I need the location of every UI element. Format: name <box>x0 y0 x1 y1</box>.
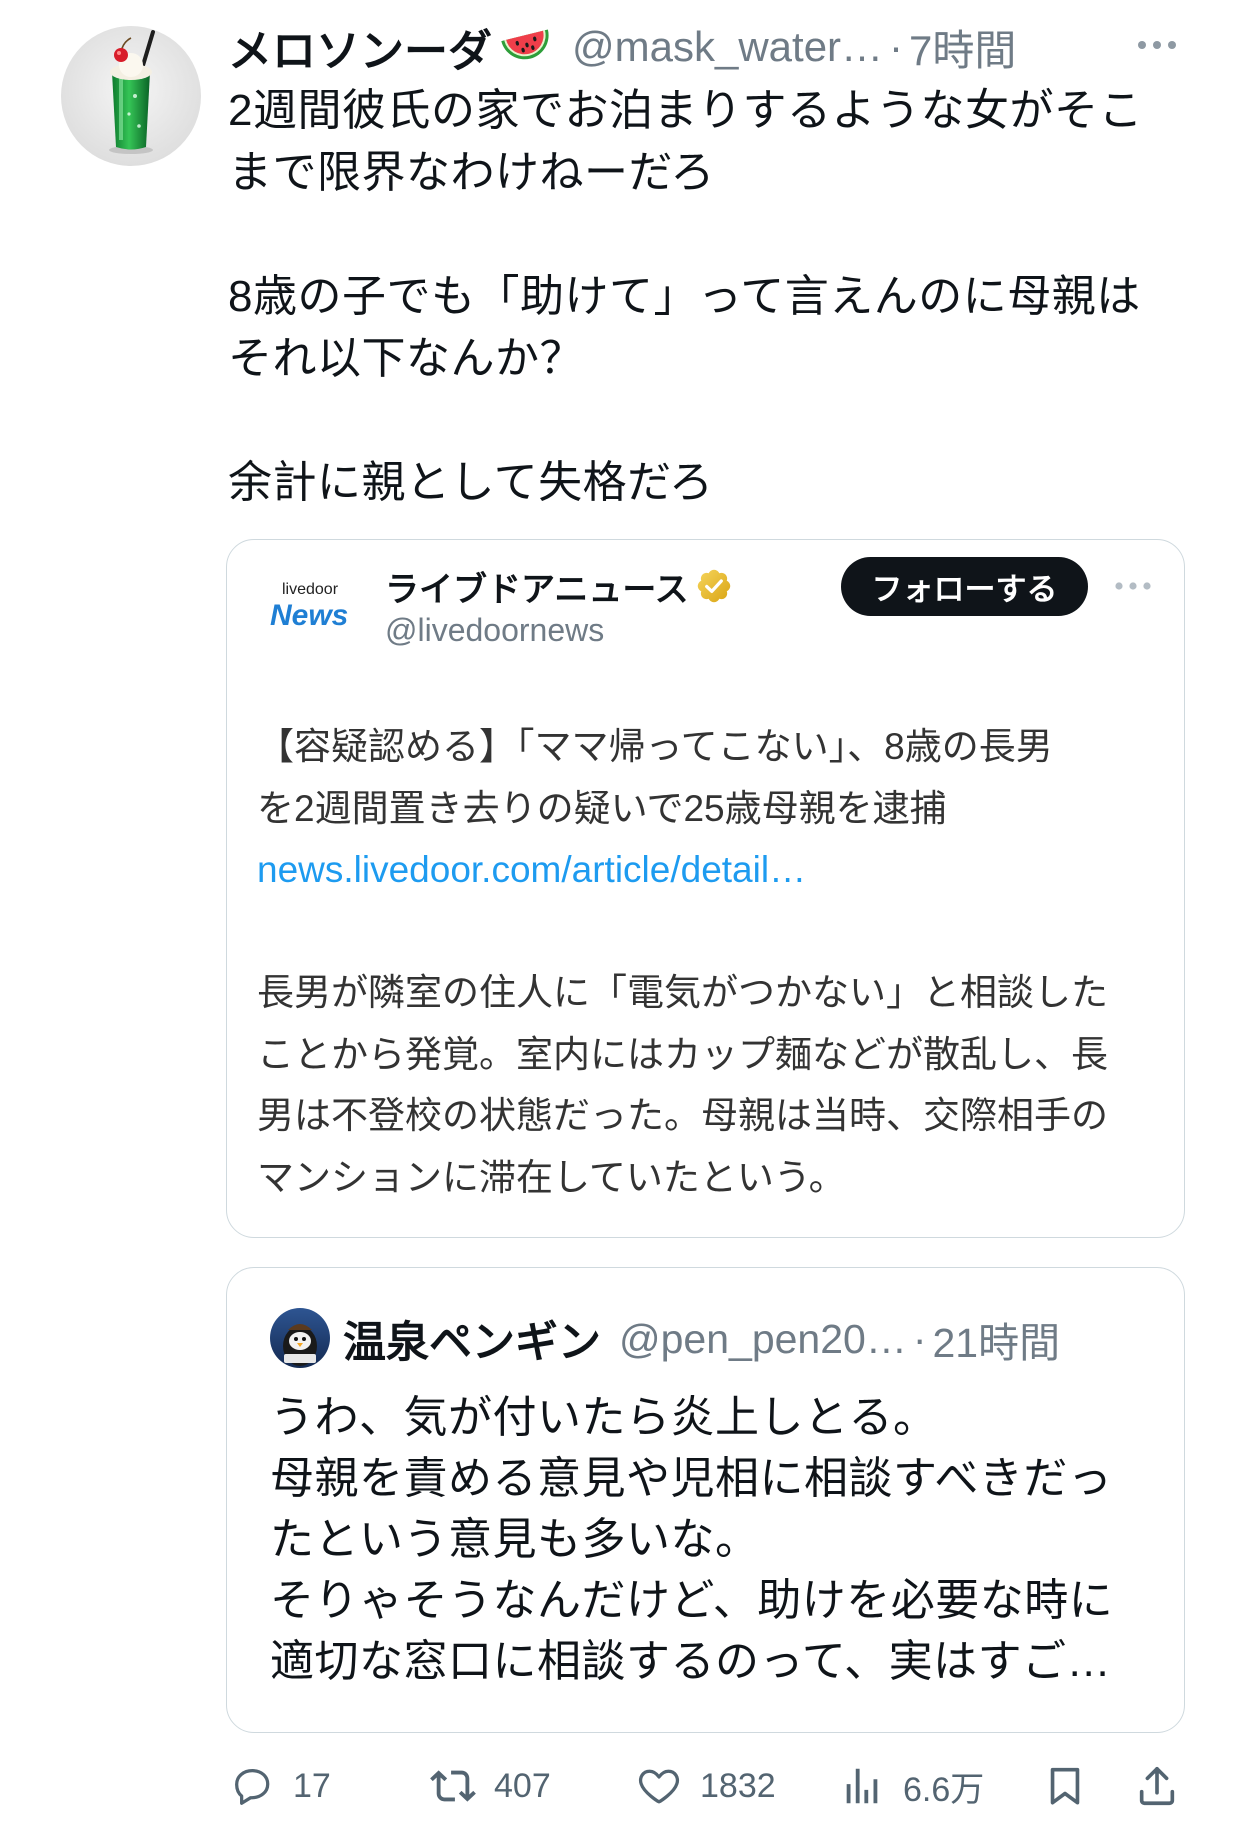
tweet-text-line: それ以下なんか？ <box>228 334 584 383</box>
embed-text-line: ことから発覚。室内にはカップ麺などが散乱し、長 <box>257 1033 1108 1075</box>
share-icon <box>1139 1766 1175 1806</box>
embed-text-line: 長男が隣室の住人に「電気がつかない」と相談した <box>257 972 1108 1013</box>
embed-name-row: ライブドアニュース <box>385 563 733 609</box>
embed-body: 長男が隣室の住人に「電気がつかない」と相談した ことから発覚。室内にはカップ麺な… <box>257 962 1162 1208</box>
retweet-icon <box>430 1770 476 1802</box>
quote-text-line: うわ、気が付いたら炎上しとる。 <box>270 1393 938 1442</box>
logo-big-text: News <box>270 599 349 632</box>
embed-headline: 【容疑認める】「ママ帰ってこない」、8歳の長男 を2週間置き去りの疑いで25歳母… <box>257 716 1162 901</box>
tweet-text: 2週間彼氏の家でお泊まりするような女がそこ まで限界なわけねーだろ 8歳の子でも… <box>228 80 1188 514</box>
avatar[interactable] <box>61 26 201 166</box>
reply-count: 17 <box>293 1766 331 1805</box>
quote-text-line: そりゃそうなんだけど、助けを必要な時に <box>270 1576 1114 1625</box>
penguin-avatar-image <box>270 1308 330 1368</box>
embed-account-handle[interactable]: @livedoornews <box>385 610 604 650</box>
tweet-text-line: 2週間彼氏の家でお泊まりするような女がそこ <box>228 86 1143 135</box>
share-button[interactable] <box>1134 1762 1180 1810</box>
tweet-paragraph: 8歳の子でも「助けて」って言えんのに母親は それ以下なんか？ <box>228 266 1188 390</box>
embed-account-name[interactable]: ライブドアニュース <box>385 562 689 611</box>
quote-text: うわ、気が付いたら炎上しとる。 母親を責める意見や児相に相談すべきだっ たという… <box>270 1387 1150 1692</box>
tweet-header: メロソンーダ @mask_water… · 7時間 <box>228 18 1118 76</box>
retweet-button[interactable]: 407 <box>430 1762 551 1810</box>
embedded-tweet-card[interactable]: livedoor News ライブドアニュース @livedoornews フォ… <box>226 539 1185 1238</box>
article-link[interactable]: news.livedoor.com/article/detail… <box>257 839 1162 901</box>
reply-button[interactable]: 17 <box>229 1762 331 1810</box>
tweet-text-line: 8歳の子でも「助けて」って言えんのに母親は <box>228 272 1141 321</box>
tweet-timestamp[interactable]: 7時間 <box>909 18 1016 76</box>
author-name[interactable]: メロソンーダ <box>228 18 492 76</box>
header-separator: · <box>889 23 904 70</box>
cream-soda-avatar-image <box>61 26 201 166</box>
verified-gold-badge-icon <box>697 569 730 603</box>
quote-timestamp[interactable]: 21時間 <box>933 1310 1061 1368</box>
retweet-count: 407 <box>494 1766 551 1805</box>
embed-text-line: マンションに滞在していたという。 <box>257 1156 846 1198</box>
views-button[interactable]: 6.6万 <box>839 1762 984 1810</box>
author-handle[interactable]: @mask_water… <box>572 23 883 71</box>
follow-button[interactable]: フォローする <box>841 557 1088 616</box>
like-count: 1832 <box>700 1766 776 1805</box>
tweet-text-line: 余計に親として失格だろ <box>228 458 714 507</box>
quoted-tweet-card[interactable]: 温泉ペンギン @pen_pen20… · 21時間 うわ、気が付いたら炎上しとる… <box>226 1267 1185 1733</box>
quote-text-line: たという意見も多いな。 <box>270 1515 760 1564</box>
quote-header-separator: · <box>912 1315 927 1362</box>
quote-text-line: 適切な窓口に相談するのって、実はすご… <box>270 1637 1112 1686</box>
heart-icon <box>639 1769 679 1804</box>
bookmark-button[interactable] <box>1042 1762 1088 1810</box>
quote-author-name[interactable]: 温泉ペンギン <box>343 1310 601 1368</box>
embed-text-line: を2週間置き去りの疑いで25歳母親を逮捕 <box>257 787 947 829</box>
logo-small-text: livedoor <box>282 581 339 598</box>
embed-text-line: 男は不登校の状態だった。母親は当時、交際相手の <box>257 1095 1108 1136</box>
more-icon[interactable] <box>1113 580 1153 592</box>
livedoor-news-logo[interactable]: livedoor News <box>270 580 354 634</box>
quote-author-handle[interactable]: @pen_pen20… <box>619 1316 907 1363</box>
quote-text-line: 母親を責める意見や児相に相談すべきだっ <box>270 1454 1113 1503</box>
bookmark-icon <box>1050 1767 1080 1805</box>
views-icon <box>846 1768 878 1804</box>
views-count: 6.6万 <box>903 1770 985 1809</box>
embed-text-line: 【容疑認める】「ママ帰ってこない」、8歳の長男 <box>257 726 1053 767</box>
embed-text: 【容疑認める】「ママ帰ってこない」、8歳の長男 を2週間置き去りの疑いで25歳母… <box>257 716 1162 1208</box>
tweet-paragraph: 2週間彼氏の家でお泊まりするような女がそこ まで限界なわけねーだろ <box>228 80 1188 204</box>
more-icon[interactable] <box>1136 38 1178 52</box>
quote-header: 温泉ペンギン @pen_pen20… · 21時間 <box>343 1310 1163 1368</box>
quote-avatar[interactable] <box>270 1308 330 1368</box>
tweet-text-line: まで限界なわけねーだろ <box>228 148 715 197</box>
like-button[interactable]: 1832 <box>636 1762 776 1810</box>
reply-icon <box>235 1769 270 1805</box>
watermelon-icon <box>501 29 549 60</box>
tweet-paragraph: 余計に親として失格だろ <box>228 452 1188 514</box>
